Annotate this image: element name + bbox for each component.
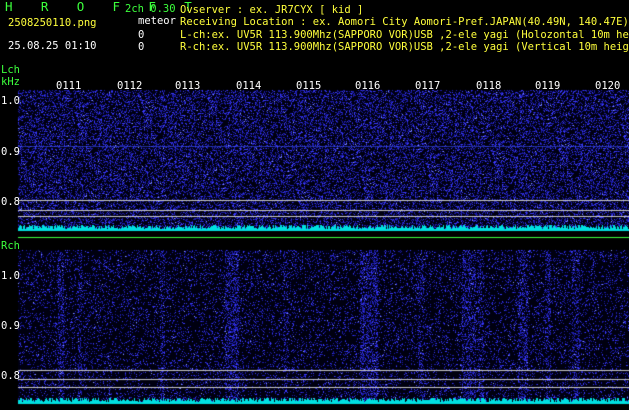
filename-label: 2508250110.png [8,17,97,29]
time-tick: 0111 [56,80,82,92]
lch-meteor-count: 0 [138,29,145,41]
rch-meteor-count: 0 [138,41,145,53]
lch-ytick: 0.9 [1,146,20,158]
lch-ytick: 0.8 [1,196,20,208]
rch-ytick: 0.8 [1,370,20,382]
lch-label: Lch [1,64,20,76]
rch-ytick: 1.0 [1,270,20,282]
lch-info-line: L-ch:ex. UV5R 113.900Mhz(SAPPORO VOR)USB… [180,29,629,41]
rch-info-line: R-ch:ex. UV5R 113.900Mhz(SAPPORO VOR)USB… [180,41,629,53]
time-tick: 0115 [296,80,322,92]
khz-unit-label: kHz [1,76,20,88]
time-tick: 0117 [415,80,441,92]
lch-ytick: 1.0 [1,95,20,107]
time-tick: 0118 [476,80,502,92]
rch-label: Rch [1,240,20,252]
time-tick: 0119 [535,80,561,92]
spectrogram-canvas [0,0,629,410]
time-tick: 0112 [117,80,143,92]
location-line: Receiving Location : ex. Aomori City Aom… [180,16,629,28]
meteor-label: meteor [138,15,176,27]
version-label: 2ch 0.30 [125,3,176,15]
rch-ytick: 0.9 [1,320,20,332]
datetime-label: 25.08.25 01:10 [8,40,97,52]
time-tick: 0120 [595,80,621,92]
observer-line: Ovserver : ex. JR7CYX [ kid ] [180,4,364,16]
time-tick: 0113 [175,80,201,92]
time-tick: 0114 [236,80,262,92]
time-tick: 0116 [355,80,381,92]
